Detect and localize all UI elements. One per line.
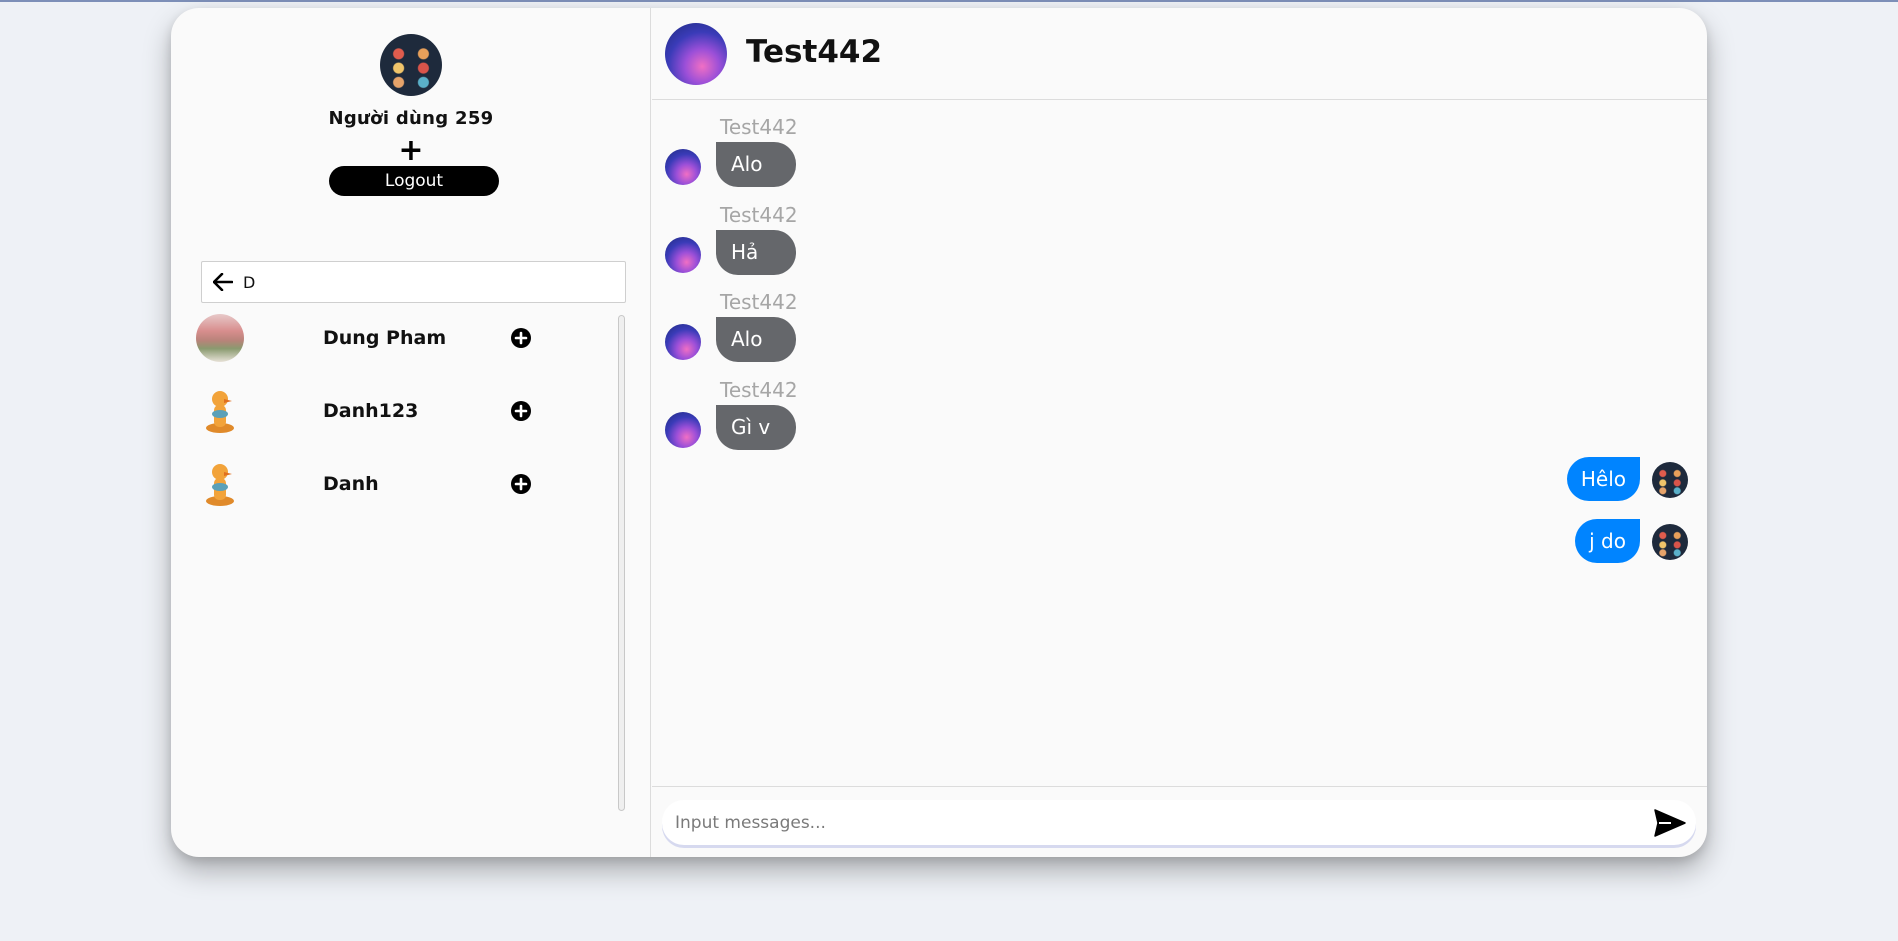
- contact-name: Dung Pham: [323, 327, 447, 349]
- message-bubble: Alo: [716, 317, 796, 362]
- sender-avatar: [665, 236, 701, 273]
- profile-name: Người dùng 259: [328, 108, 494, 129]
- list-item[interactable]: Danh: [196, 460, 596, 533]
- avatar: [196, 314, 244, 362]
- message-list: Test442 Alo Test442 Hả Test442 Alo Test4…: [652, 101, 1707, 575]
- contact-avatar[interactable]: [665, 23, 727, 85]
- chat-app-window: Người dùng 259 + Logout Dung Pham: [171, 8, 1707, 857]
- add-button[interactable]: +: [393, 134, 429, 168]
- logout-button[interactable]: Logout: [329, 166, 499, 196]
- incoming-message: Test442 Alo: [652, 276, 1707, 364]
- message-sender: Test442: [720, 377, 798, 402]
- outgoing-message: j do: [652, 513, 1707, 575]
- message-input[interactable]: [675, 800, 1635, 845]
- message-bubble: j do: [1575, 519, 1640, 563]
- avatar: [196, 387, 244, 435]
- contact-name: Danh: [323, 473, 379, 495]
- profile-avatar[interactable]: [380, 34, 442, 96]
- avatar: [196, 460, 244, 508]
- search-results-list: Dung Pham Danh123 Danh: [196, 314, 596, 533]
- message-bubble: Hêlo: [1566, 457, 1640, 501]
- plus-circle-icon[interactable]: [511, 401, 531, 421]
- message-sender: Test442: [720, 290, 798, 314]
- chat-header: Test442: [652, 8, 1707, 100]
- sender-avatar: [665, 411, 701, 448]
- message-composer: [652, 786, 1707, 857]
- search-input[interactable]: [243, 272, 603, 292]
- list-item[interactable]: Danh123: [196, 387, 596, 460]
- plus-circle-icon[interactable]: [511, 474, 531, 494]
- sender-avatar: [665, 324, 701, 360]
- own-avatar: [1652, 462, 1688, 498]
- outgoing-message: Hêlo: [652, 451, 1707, 513]
- plus-circle-icon[interactable]: [511, 328, 531, 348]
- scrollbar[interactable]: [618, 315, 625, 811]
- incoming-message: Test442 Alo: [652, 101, 1707, 189]
- own-avatar: [1652, 524, 1688, 560]
- message-bubble: Gì v: [716, 404, 796, 450]
- sender-avatar: [665, 149, 701, 185]
- list-item[interactable]: Dung Pham: [196, 314, 596, 387]
- send-icon[interactable]: [1654, 809, 1686, 837]
- composer-box: [662, 800, 1696, 845]
- arrow-left-icon[interactable]: [213, 271, 235, 293]
- incoming-message: Test442 Hả: [652, 189, 1707, 277]
- contact-name: Danh123: [323, 400, 419, 422]
- search-box: [201, 261, 626, 303]
- chat-panel: Test442 Test442 Alo Test442 Hả Test442 A…: [652, 8, 1707, 857]
- sidebar: Người dùng 259 + Logout Dung Pham: [171, 8, 651, 857]
- incoming-message: Test442 Gì v: [652, 364, 1707, 452]
- chat-title: Test442: [746, 34, 883, 70]
- message-sender: Test442: [720, 202, 798, 227]
- message-bubble: Hả: [716, 229, 796, 275]
- message-sender: Test442: [720, 115, 798, 139]
- message-bubble: Alo: [716, 142, 796, 187]
